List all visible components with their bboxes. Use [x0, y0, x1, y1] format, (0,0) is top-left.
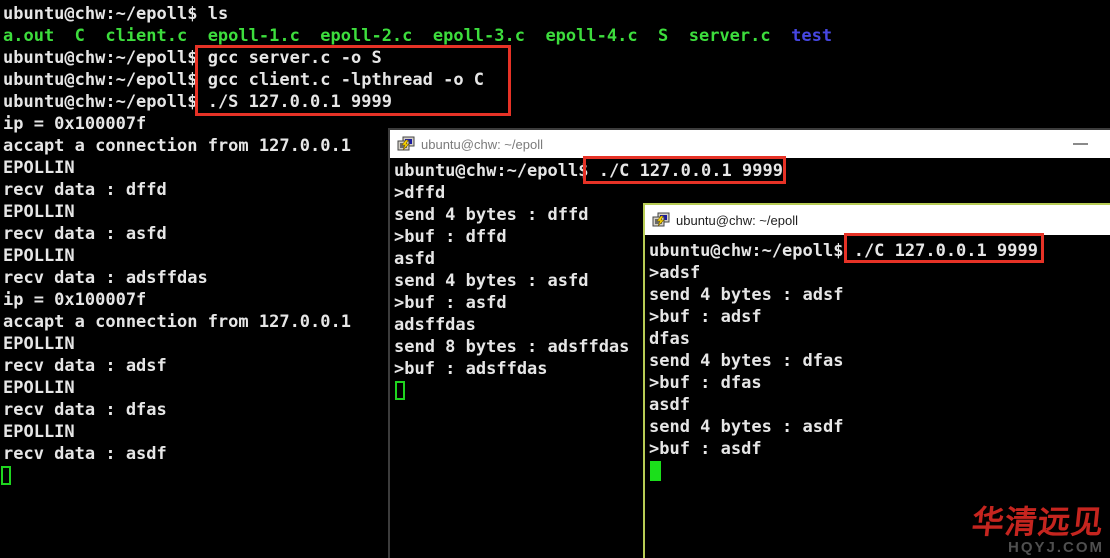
terminal-line: a.out C client.c epoll-1.c epoll-2.c epo… — [3, 25, 1110, 47]
terminal-line: ubuntu@chw:~/epoll$ ./C 127.0.0.1 9999 — [649, 240, 1110, 262]
watermark-brand: 华清远见 — [970, 505, 1106, 539]
terminal-line: send 4 bytes : dfas — [649, 350, 1110, 372]
server-terminal-cursor — [1, 466, 11, 485]
client2-terminal-cursor — [650, 461, 661, 481]
watermark-domain: HQYJ.COM — [972, 539, 1104, 556]
terminal-line: send 4 bytes : asdf — [649, 416, 1110, 438]
putty-icon — [397, 136, 415, 152]
terminal-line: send 4 bytes : adsf — [649, 284, 1110, 306]
terminal-line: >buf : dfas — [649, 372, 1110, 394]
terminal-line: ubuntu@chw:~/epoll$ gcc client.c -lpthre… — [3, 69, 1110, 91]
window-title: ubuntu@chw: ~/epoll — [676, 213, 798, 228]
terminal-line: ubuntu@chw:~/epoll$ ./S 127.0.0.1 9999 — [3, 91, 1110, 113]
terminal-line: >adsf — [649, 262, 1110, 284]
terminal-line: >buf : asdf — [649, 438, 1110, 460]
putty-icon — [652, 212, 670, 228]
terminal-line: >buf : adsf — [649, 306, 1110, 328]
client2-title-bar[interactable]: ubuntu@chw: ~/epoll — [645, 205, 1110, 235]
watermark: 华清远见 HQYJ.COM — [972, 505, 1104, 556]
terminal-line: ubuntu@chw:~/epoll$ ./C 127.0.0.1 9999 — [394, 160, 1110, 182]
client2-terminal-output[interactable]: ubuntu@chw:~/epoll$ ./C 127.0.0.1 9999>a… — [645, 235, 1110, 460]
client1-title-bar[interactable]: ubuntu@chw: ~/epoll — [390, 130, 1110, 158]
window-title: ubuntu@chw: ~/epoll — [421, 137, 543, 152]
client1-terminal-cursor — [395, 381, 405, 400]
terminal-line: dfas — [649, 328, 1110, 350]
minimize-button[interactable] — [1073, 143, 1088, 145]
terminal-line: >dffd — [394, 182, 1110, 204]
terminal-line: ubuntu@chw:~/epoll$ ls — [3, 3, 1110, 25]
terminal-line: asdf — [649, 394, 1110, 416]
terminal-line: ubuntu@chw:~/epoll$ gcc server.c -o S — [3, 47, 1110, 69]
